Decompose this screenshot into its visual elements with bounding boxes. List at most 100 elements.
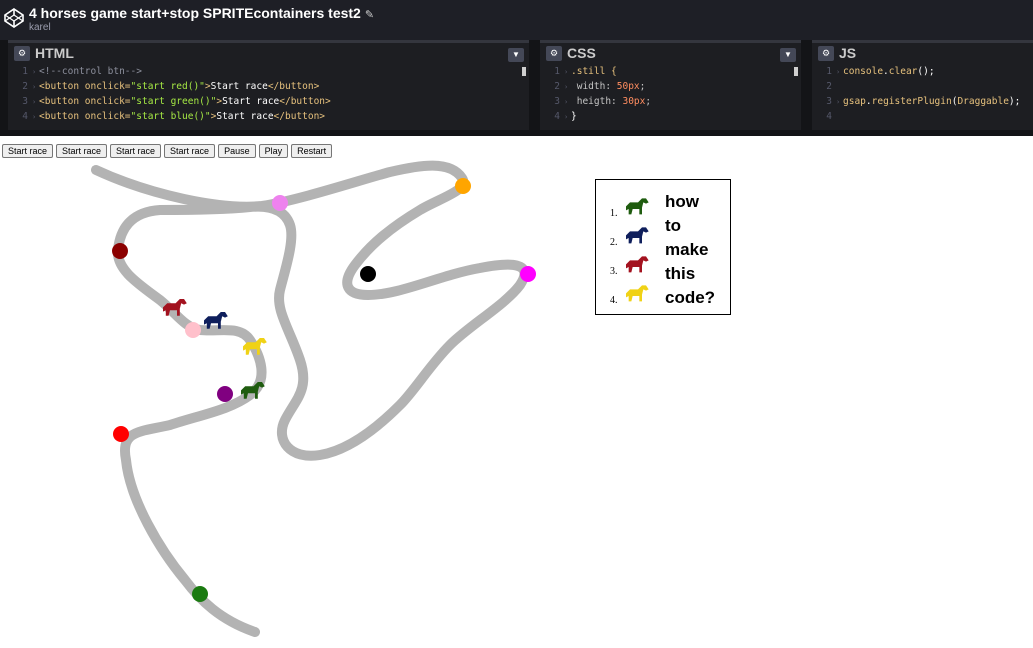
code-token: </button> <box>267 81 320 92</box>
code-token: <button <box>39 96 85 107</box>
code-token: Start race <box>222 96 280 107</box>
line-number: 3 <box>826 96 832 107</box>
code-token: </button> <box>273 111 326 122</box>
css-panel-header: ⚙ CSS ▼ <box>540 43 801 64</box>
code-token: "start red()" <box>130 81 205 92</box>
fold-marker-icon: › <box>564 113 569 121</box>
track-marker-green <box>192 586 208 602</box>
line-number: 1 <box>826 66 832 77</box>
code-token: 50px <box>616 81 640 92</box>
code-token: Start race <box>216 111 274 122</box>
code-token: ; <box>645 96 652 107</box>
js-code[interactable]: 1 › console.clear(); 2 3 › gsap.registerPlugin… <box>812 64 1033 124</box>
code-token: gsap <box>843 96 866 107</box>
line-number: 3 <box>554 96 560 107</box>
scrollbar[interactable] <box>522 67 526 76</box>
html-panel-header: ⚙ HTML ▼ <box>8 43 529 64</box>
line-number: 4 <box>826 111 832 122</box>
gear-icon[interactable]: ⚙ <box>818 46 834 61</box>
horse-red-icon <box>626 256 649 273</box>
legend-number: 2. <box>610 237 618 248</box>
code-token: (); <box>917 66 935 77</box>
code-line[interactable]: 3 › heigth: 30px; <box>540 94 801 109</box>
code-token: 30px <box>622 96 646 107</box>
code-line[interactable]: 4 ›} <box>540 109 801 124</box>
code-line[interactable]: 4 › <button onclick="start blue()">Start r… <box>8 109 529 124</box>
codepen-logo-icon[interactable] <box>4 8 24 28</box>
css-panel-title: CSS <box>567 45 596 61</box>
code-token: onclick= <box>84 96 131 107</box>
code-token: console <box>843 66 884 77</box>
code-token: <button <box>39 81 85 92</box>
scrollbar[interactable] <box>794 67 798 76</box>
legend-number: 1. <box>610 208 618 219</box>
code-line[interactable]: 3 › gsap.registerPlugin(Draggable); <box>812 94 1033 109</box>
track-marker-red <box>113 426 129 442</box>
css-code[interactable]: 1 › .still {2 › width: 50px; 3 › heigth: 30px… <box>540 64 801 124</box>
line-number: 4 <box>554 111 560 122</box>
code-token: } <box>571 111 577 122</box>
question-line: how <box>665 192 699 211</box>
code-token: "start green()" <box>130 96 217 107</box>
html-code[interactable]: 1 › <!--control btn--> 2 › <button onclick="s… <box>8 64 529 124</box>
chevron-down-icon[interactable]: ▼ <box>508 48 524 62</box>
editors-area: ⚙ HTML ▼ 1 › <!--control btn--> 2 › <button o… <box>0 40 1033 136</box>
code-token: registerPlugin <box>871 96 952 107</box>
code-line[interactable]: 2 › width: 50px; <box>540 79 801 94</box>
code-token: clear <box>888 66 918 77</box>
code-token: </button> <box>279 96 331 107</box>
question-line: to <box>665 216 682 235</box>
code-token: .still { <box>571 66 617 77</box>
horse-yellow-icon <box>626 285 649 302</box>
code-line[interactable]: 1 › console.clear(); <box>812 64 1033 79</box>
gear-icon[interactable]: ⚙ <box>14 46 30 61</box>
race-track-path <box>91 160 530 637</box>
track-marker-pink <box>185 322 201 338</box>
code-token: ; <box>639 81 646 92</box>
line-number: 2 <box>554 81 560 92</box>
fold-marker-icon: › <box>32 68 37 76</box>
line-number: 4 <box>22 111 28 122</box>
code-line[interactable]: 2 <box>812 79 1033 94</box>
code-token: "start blue()" <box>130 111 211 122</box>
fold-marker-icon: › <box>32 98 37 106</box>
pen-title-text[interactable]: 4 horses game start+stop SPRITEcontainer… <box>29 5 361 21</box>
code-token: Draggable <box>957 96 1009 107</box>
js-editor-panel[interactable]: ⚙ JS 1 › console.clear(); 2 3 › gsap.registerP… <box>812 40 1033 130</box>
fold-marker-icon: › <box>32 113 37 121</box>
track-marker-orange <box>455 178 471 194</box>
fold-marker-icon: › <box>564 83 569 91</box>
line-number: 1 <box>22 66 28 77</box>
code-token: <!--control btn--> <box>39 66 142 77</box>
code-token: Start race <box>210 81 268 92</box>
code-line[interactable]: 2 › <button onclick="start red()">Start ra… <box>8 79 529 94</box>
code-line[interactable]: 4 <box>812 109 1033 124</box>
code-token: heigth: <box>571 96 623 107</box>
track-marker-magenta <box>520 266 536 282</box>
code-line[interactable]: 3 › <button onclick="start green()">Start … <box>8 94 529 109</box>
header: 4 horses game start+stop SPRITEcontainer… <box>0 0 1033 40</box>
html-editor-panel[interactable]: ⚙ HTML ▼ 1 › <!--control btn--> 2 › <button o… <box>8 40 529 130</box>
chevron-down-icon[interactable]: ▼ <box>780 48 796 62</box>
js-panel-title: JS <box>839 45 857 61</box>
pen-author[interactable]: karel <box>29 22 51 33</box>
pen-title[interactable]: 4 horses game start+stop SPRITEcontainer… <box>29 5 374 21</box>
code-line[interactable]: 1 › .still { <box>540 64 801 79</box>
code-token: onclick= <box>84 81 131 92</box>
track-marker-black <box>360 266 376 282</box>
line-number: 1 <box>554 66 560 77</box>
track-canvas <box>91 160 536 637</box>
legend-number: 3. <box>610 266 618 277</box>
css-editor-panel[interactable]: ⚙ CSS ▼ 1 › .still {2 › width: 50px; 3 › heig… <box>540 40 801 130</box>
race-stage <box>0 136 1033 648</box>
gear-icon[interactable]: ⚙ <box>546 46 562 61</box>
line-number: 2 <box>826 81 832 92</box>
pencil-icon[interactable]: ✎ <box>365 9 374 21</box>
fold-marker-icon: › <box>564 68 569 76</box>
code-token: <button <box>39 111 85 122</box>
fold-marker-icon: › <box>32 83 37 91</box>
question-text: how to make this code? <box>665 190 715 310</box>
line-number: 3 <box>22 96 28 107</box>
line-number: 2 <box>22 81 28 92</box>
code-line[interactable]: 1 › <!--control btn--> <box>8 64 529 79</box>
